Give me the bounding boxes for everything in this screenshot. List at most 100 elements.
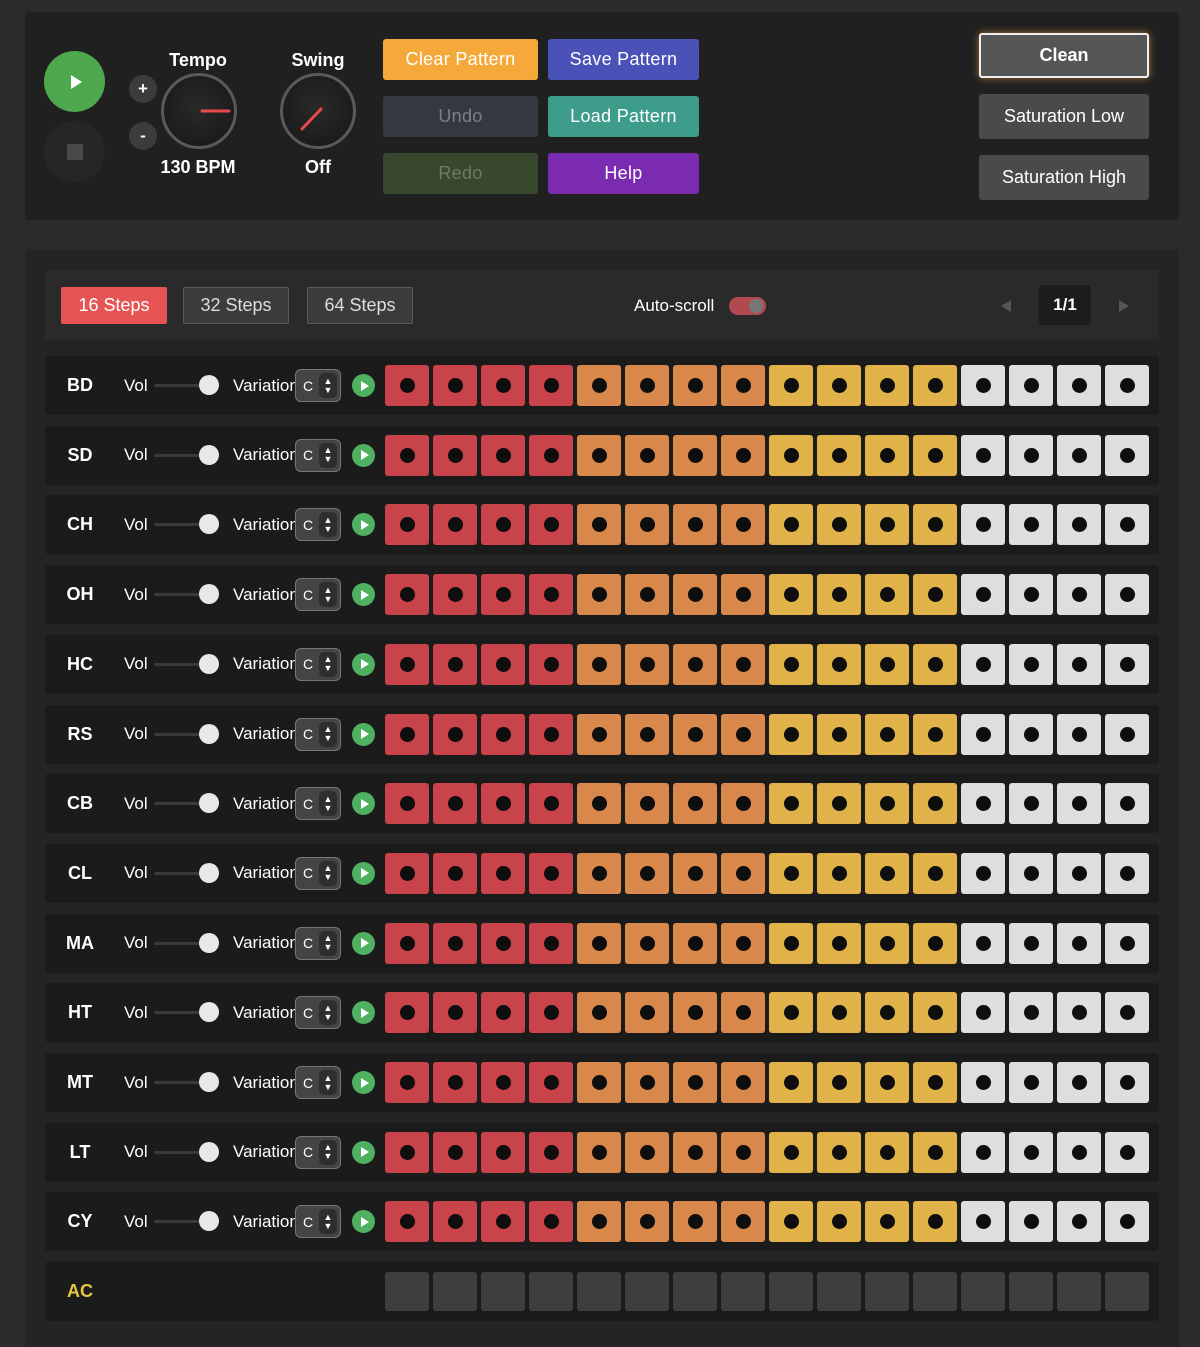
step-button[interactable]	[385, 713, 429, 755]
track-play-button[interactable]	[352, 374, 375, 397]
step-button[interactable]	[961, 783, 1005, 825]
step-button[interactable]	[481, 643, 525, 685]
step-button[interactable]	[1105, 992, 1149, 1034]
step-button[interactable]	[1105, 1062, 1149, 1103]
volume-slider-thumb[interactable]	[199, 1002, 219, 1023]
accent-step-button[interactable]	[817, 1272, 861, 1311]
step-button[interactable]	[529, 365, 573, 406]
step-button[interactable]	[865, 992, 909, 1034]
step-button[interactable]	[577, 643, 621, 685]
step-button[interactable]	[913, 852, 957, 894]
tab-16-steps[interactable]: 16 Steps	[61, 287, 167, 324]
step-button[interactable]	[673, 574, 717, 616]
accent-step-button[interactable]	[673, 1272, 717, 1311]
step-button[interactable]	[385, 992, 429, 1034]
step-button[interactable]	[1105, 365, 1149, 406]
step-button[interactable]	[433, 365, 477, 406]
variation-select[interactable]: C ▲ ▼	[295, 578, 341, 612]
step-button[interactable]	[625, 643, 669, 685]
step-button[interactable]	[625, 783, 669, 825]
step-button[interactable]	[1057, 574, 1101, 616]
track-play-button[interactable]	[352, 722, 375, 746]
step-button[interactable]	[385, 574, 429, 616]
step-button[interactable]	[433, 434, 477, 476]
step-button[interactable]	[865, 434, 909, 476]
variation-select[interactable]: C ▲ ▼	[295, 856, 341, 890]
step-button[interactable]	[913, 1062, 957, 1103]
step-button[interactable]	[721, 852, 765, 894]
step-button[interactable]	[1009, 922, 1053, 964]
step-button[interactable]	[721, 992, 765, 1034]
step-button[interactable]	[817, 434, 861, 476]
step-button[interactable]	[481, 1201, 525, 1243]
step-button[interactable]	[1105, 643, 1149, 685]
step-button[interactable]	[769, 504, 813, 546]
variation-select[interactable]: C ▲ ▼	[295, 996, 341, 1030]
step-button[interactable]	[913, 504, 957, 546]
step-button[interactable]	[673, 1201, 717, 1243]
accent-step-button[interactable]	[577, 1272, 621, 1311]
tab-64-steps[interactable]: 64 Steps	[307, 287, 413, 324]
step-button[interactable]	[721, 574, 765, 616]
step-button[interactable]	[865, 1062, 909, 1103]
step-button[interactable]	[625, 365, 669, 406]
step-button[interactable]	[529, 1062, 573, 1103]
track-play-button[interactable]	[352, 652, 375, 676]
accent-step-button[interactable]	[1105, 1272, 1149, 1311]
save-pattern-button[interactable]: Save Pattern	[548, 39, 699, 80]
volume-slider-thumb[interactable]	[199, 1141, 219, 1162]
step-button[interactable]	[1009, 713, 1053, 755]
step-button[interactable]	[433, 713, 477, 755]
step-button[interactable]	[673, 1062, 717, 1103]
track-play-button[interactable]	[352, 1210, 375, 1234]
step-button[interactable]	[769, 574, 813, 616]
step-button[interactable]	[865, 922, 909, 964]
volume-slider-thumb[interactable]	[199, 1211, 219, 1232]
step-button[interactable]	[1105, 504, 1149, 546]
step-button[interactable]	[1009, 852, 1053, 894]
step-button[interactable]	[1105, 852, 1149, 894]
step-button[interactable]	[817, 992, 861, 1034]
step-button[interactable]	[385, 783, 429, 825]
track-play-button[interactable]	[352, 931, 375, 955]
step-button[interactable]	[1105, 1131, 1149, 1173]
step-button[interactable]	[577, 1131, 621, 1173]
volume-slider-thumb[interactable]	[199, 723, 219, 744]
variation-select[interactable]: C ▲ ▼	[295, 438, 341, 472]
step-button[interactable]	[529, 783, 573, 825]
step-button[interactable]	[1057, 922, 1101, 964]
step-button[interactable]	[529, 574, 573, 616]
step-button[interactable]	[817, 783, 861, 825]
track-play-button[interactable]	[352, 1071, 375, 1094]
step-button[interactable]	[577, 713, 621, 755]
step-button[interactable]	[817, 504, 861, 546]
step-button[interactable]	[721, 434, 765, 476]
step-button[interactable]	[433, 643, 477, 685]
step-button[interactable]	[721, 1131, 765, 1173]
step-button[interactable]	[769, 852, 813, 894]
step-button[interactable]	[769, 992, 813, 1034]
step-button[interactable]	[961, 434, 1005, 476]
variation-select[interactable]: C ▲ ▼	[295, 717, 341, 751]
step-button[interactable]	[385, 852, 429, 894]
step-button[interactable]	[721, 922, 765, 964]
step-button[interactable]	[865, 783, 909, 825]
step-button[interactable]	[1009, 1131, 1053, 1173]
play-button[interactable]	[44, 51, 105, 112]
step-button[interactable]	[913, 1131, 957, 1173]
step-button[interactable]	[721, 1062, 765, 1103]
step-button[interactable]	[1009, 783, 1053, 825]
step-button[interactable]	[817, 365, 861, 406]
step-button[interactable]	[769, 783, 813, 825]
step-button[interactable]	[481, 434, 525, 476]
step-button[interactable]	[817, 1131, 861, 1173]
saturation-clean-button[interactable]: Clean	[979, 33, 1149, 78]
step-button[interactable]	[865, 1201, 909, 1243]
volume-slider-thumb[interactable]	[199, 514, 219, 535]
step-button[interactable]	[817, 1201, 861, 1243]
step-button[interactable]	[817, 574, 861, 616]
volume-slider-thumb[interactable]	[199, 932, 219, 953]
step-button[interactable]	[721, 365, 765, 406]
step-button[interactable]	[577, 852, 621, 894]
step-button[interactable]	[1009, 1201, 1053, 1243]
